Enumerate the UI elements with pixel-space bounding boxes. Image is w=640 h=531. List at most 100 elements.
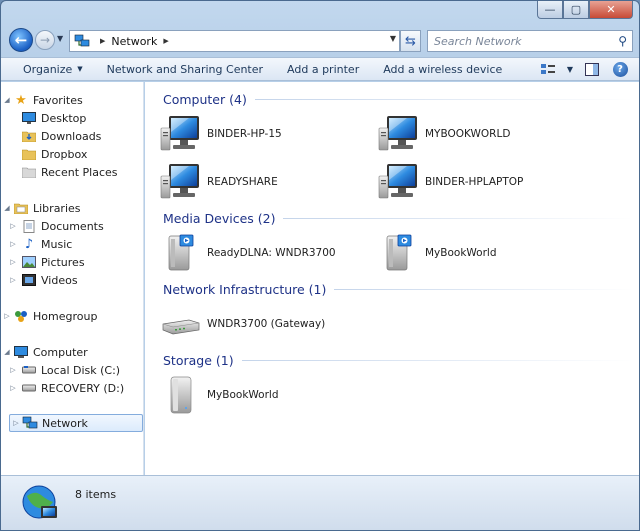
expand-icon[interactable]: ▷ xyxy=(7,240,19,248)
expand-icon[interactable]: ▷ xyxy=(7,384,19,392)
documents-icon xyxy=(21,219,37,233)
network-icon xyxy=(74,34,90,48)
navigation-pane: ◢ ★ Favorites Desktop Downloads Dropbox … xyxy=(1,82,144,475)
change-view-button[interactable] xyxy=(537,60,559,78)
recent-places-label: Recent Places xyxy=(41,165,118,179)
list-item[interactable]: BINDER-HP-15 xyxy=(159,114,282,154)
sidebar-item-recent-places[interactable]: Recent Places xyxy=(1,163,143,181)
computer-icon xyxy=(13,345,29,359)
homegroup-label: Homegroup xyxy=(33,309,98,323)
network-sharing-center-button[interactable]: Network and Sharing Center xyxy=(95,58,275,80)
forward-arrow-icon: → xyxy=(39,33,51,47)
view-dropdown-icon[interactable]: ▼ xyxy=(565,60,575,78)
organize-label: Organize xyxy=(23,62,73,76)
desktop-icon xyxy=(21,111,37,125)
content-pane: Computer (4) BINDER-HP-15 MYBOOKWORLD RE… xyxy=(145,82,639,475)
sidebar-item-desktop[interactable]: Desktop xyxy=(1,109,143,127)
item-label: MYBOOKWORLD xyxy=(425,128,511,140)
maximize-button[interactable]: ▢ xyxy=(563,1,589,19)
computer-icon xyxy=(377,162,421,202)
sidebar-item-dropbox[interactable]: Dropbox xyxy=(1,145,143,163)
add-printer-button[interactable]: Add a printer xyxy=(275,58,371,80)
preview-pane-button[interactable] xyxy=(581,60,603,78)
group-header-media-devices[interactable]: Media Devices (2) xyxy=(163,211,633,226)
list-item[interactable]: ReadyDLNA: WNDR3700 xyxy=(159,233,336,273)
sidebar-item-downloads[interactable]: Downloads xyxy=(1,127,143,145)
expand-icon[interactable]: ▷ xyxy=(1,312,13,320)
address-bar[interactable]: ▶ Network ▶ ▼ xyxy=(69,30,400,52)
sidebar-item-recovery[interactable]: ▷ RECOVERY (D:) xyxy=(1,379,143,397)
dropbox-label: Dropbox xyxy=(41,147,88,161)
breadcrumb-separator-icon[interactable]: ▶ xyxy=(163,37,168,45)
group-title: Computer (4) xyxy=(163,92,247,107)
list-item[interactable]: MYBOOKWORLD xyxy=(377,114,510,154)
computer-icon xyxy=(159,114,203,154)
group-header-network-infrastructure[interactable]: Network Infrastructure (1) xyxy=(163,282,633,297)
music-note-icon: ♪ xyxy=(24,236,34,252)
computer-icon xyxy=(159,162,203,202)
sidebar-item-music[interactable]: ▷ ♪ Music xyxy=(1,235,143,253)
storage-drive-icon xyxy=(159,375,203,415)
router-icon xyxy=(159,304,203,344)
item-label: ReadyDLNA: WNDR3700 xyxy=(207,247,336,259)
list-item[interactable]: WNDR3700 (Gateway) xyxy=(159,304,325,344)
sidebar-item-local-disk[interactable]: ▷ Local Disk (C:) xyxy=(1,361,143,379)
collapse-icon[interactable]: ◢ xyxy=(1,204,13,212)
expand-icon[interactable]: ▷ xyxy=(7,276,19,284)
expand-icon[interactable]: ▷ xyxy=(7,366,19,374)
preview-pane-icon xyxy=(585,62,599,76)
favorites-label: Favorites xyxy=(33,93,83,107)
breadcrumb-separator-icon[interactable]: ▶ xyxy=(100,37,105,45)
expand-icon[interactable]: ▷ xyxy=(10,419,22,427)
details-pane: 8 items xyxy=(1,475,639,530)
list-item[interactable]: READYSHARE xyxy=(159,162,278,202)
add-wireless-device-button[interactable]: Add a wireless device xyxy=(371,58,514,80)
collapse-icon[interactable]: ◢ xyxy=(1,96,13,104)
organize-button[interactable]: Organize ▼ xyxy=(1,58,95,80)
collapse-icon[interactable]: ◢ xyxy=(1,348,13,356)
search-icon[interactable]: ⚲ xyxy=(618,34,627,48)
refresh-button[interactable]: ⇆ xyxy=(400,30,421,52)
media-device-icon xyxy=(377,233,421,273)
sidebar-item-videos[interactable]: ▷ Videos xyxy=(1,271,143,289)
sidebar-item-network[interactable]: ▷ Network xyxy=(9,414,143,432)
sidebar-item-libraries[interactable]: ◢ Libraries xyxy=(1,199,143,217)
group-title: Media Devices (2) xyxy=(163,211,276,226)
search-input[interactable]: Search Network ⚲ xyxy=(427,30,633,52)
documents-label: Documents xyxy=(41,219,104,233)
computer-label: Computer xyxy=(33,345,88,359)
back-button[interactable]: ← xyxy=(9,28,33,52)
forward-button[interactable]: → xyxy=(35,30,55,50)
explorer-window: — ▢ ✕ ← → ▼ ▶ Network ▶ ▼ ⇆ Search Netwo… xyxy=(0,0,640,531)
sidebar-item-favorites[interactable]: ◢ ★ Favorites xyxy=(1,91,143,109)
pictures-icon xyxy=(21,255,37,269)
help-button[interactable]: ? xyxy=(609,60,631,78)
sidebar-item-computer[interactable]: ◢ Computer xyxy=(1,343,143,361)
address-dropdown-icon[interactable]: ▼ xyxy=(390,34,396,43)
sidebar-item-homegroup[interactable]: ▷ Homegroup xyxy=(1,307,143,325)
expand-icon[interactable]: ▷ xyxy=(7,258,19,266)
recovery-label: RECOVERY (D:) xyxy=(41,381,125,395)
item-label: BINDER-HP-15 xyxy=(207,128,282,140)
pictures-label: Pictures xyxy=(41,255,85,269)
recent-places-icon xyxy=(21,165,37,179)
breadcrumb-network[interactable]: Network xyxy=(111,35,157,48)
history-dropdown-icon[interactable]: ▼ xyxy=(57,34,63,43)
list-item[interactable]: MyBookWorld xyxy=(159,375,279,415)
list-item[interactable]: MyBookWorld xyxy=(377,233,497,273)
list-item[interactable]: BINDER-HPLAPTOP xyxy=(377,162,523,202)
item-label: MyBookWorld xyxy=(425,247,497,259)
close-button[interactable]: ✕ xyxy=(589,1,633,19)
libraries-label: Libraries xyxy=(33,201,81,215)
navigation-bar: ← → ▼ ▶ Network ▶ ▼ ⇆ Search Network ⚲ xyxy=(1,25,639,55)
group-title: Network Infrastructure (1) xyxy=(163,282,327,297)
item-label: READYSHARE xyxy=(207,176,278,188)
sidebar-item-documents[interactable]: ▷ Documents xyxy=(1,217,143,235)
minimize-button[interactable]: — xyxy=(537,1,563,19)
group-header-computer[interactable]: Computer (4) xyxy=(163,92,633,107)
sidebar-item-pictures[interactable]: ▷ Pictures xyxy=(1,253,143,271)
group-header-storage[interactable]: Storage (1) xyxy=(163,353,633,368)
back-arrow-icon: ← xyxy=(14,31,28,49)
item-label: BINDER-HPLAPTOP xyxy=(425,176,524,188)
expand-icon[interactable]: ▷ xyxy=(7,222,19,230)
